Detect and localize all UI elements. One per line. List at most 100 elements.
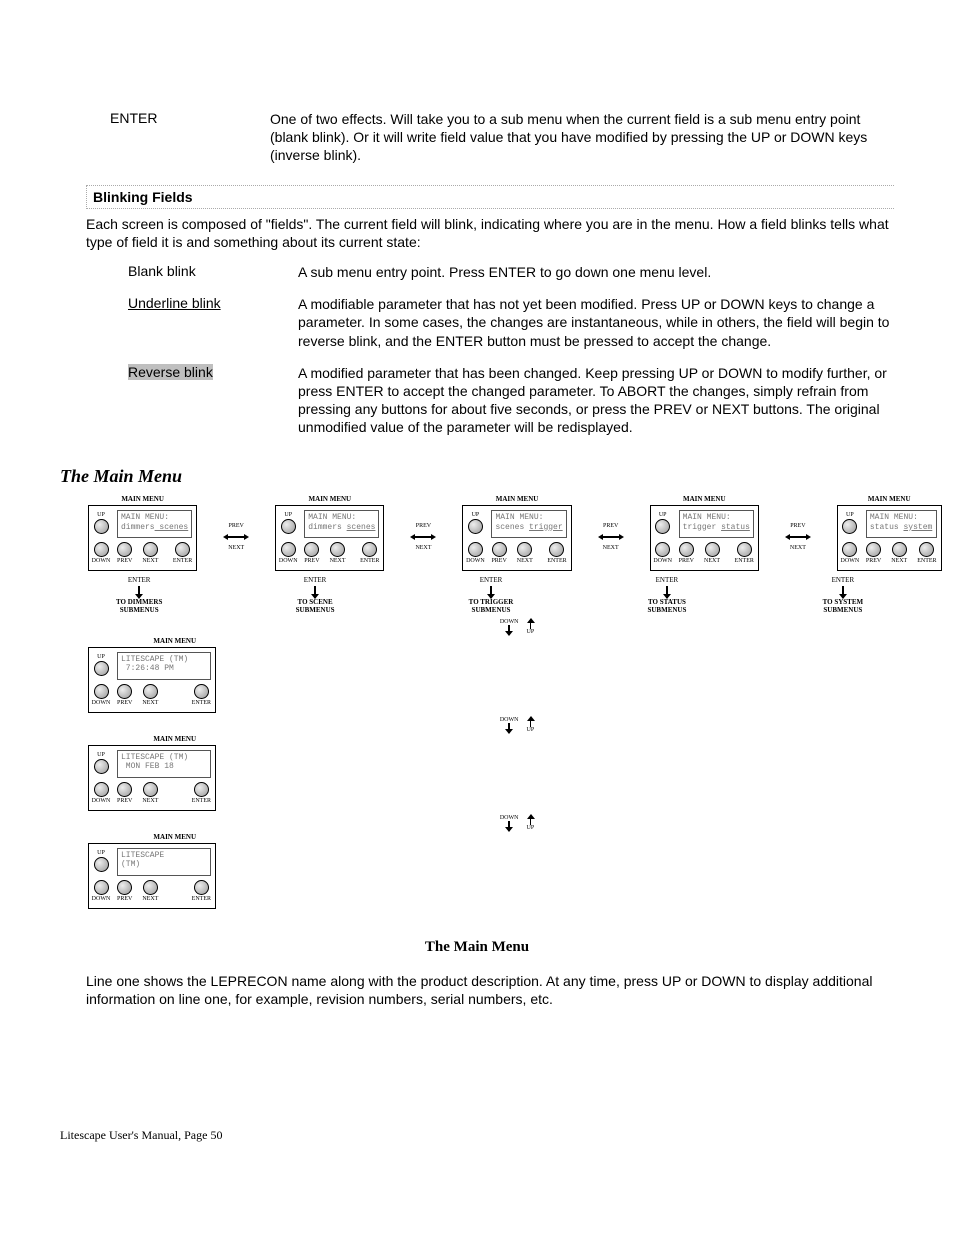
reverse-blink-row: Reverse blink A modified parameter that …: [128, 364, 894, 437]
down-button[interactable]: [94, 782, 109, 797]
enter-label: ENTER: [304, 577, 327, 585]
next-label: NEXT: [891, 558, 907, 564]
down-label: DOWN: [653, 558, 673, 564]
prev-button[interactable]: [117, 684, 132, 699]
lcd-screen: MAIN MENU: trigger status: [679, 510, 754, 538]
prev-button[interactable]: [492, 542, 507, 557]
menu-unit-box: UPDOWNMAIN MENU: trigger statusPREVNEXTE…: [650, 505, 759, 571]
enter-button[interactable]: [194, 782, 209, 797]
down-label: DOWN: [840, 558, 860, 564]
menu-unit-title: MAIN MENU: [88, 637, 216, 645]
enter-button[interactable]: [194, 684, 209, 699]
submenu-label-2: SUBMENUS: [823, 606, 862, 614]
prev-label: PREV: [866, 558, 881, 564]
next-button[interactable]: [143, 542, 158, 557]
blinking-fields-header: Blinking Fields: [86, 185, 894, 209]
enter-label: ENTER: [480, 577, 503, 585]
next-button[interactable]: [143, 782, 158, 797]
up-button[interactable]: [468, 519, 483, 534]
menu-unit-title: MAIN MENU: [88, 833, 216, 841]
up-button[interactable]: [94, 759, 109, 774]
next-label: NEXT: [228, 545, 244, 551]
blinking-intro: Each screen is composed of "fields". The…: [86, 215, 894, 251]
next-button[interactable]: [892, 542, 907, 557]
enter-button[interactable]: [194, 880, 209, 895]
enter-label: ENTER: [917, 558, 936, 564]
menu-unit-box: UPDOWNLITESCAPE (TM) MON FEB 18PREVNEXTE…: [88, 745, 216, 811]
submenu-label-2: SUBMENUS: [647, 606, 686, 614]
enter-label: ENTER: [192, 700, 211, 706]
down-label: DOWN: [91, 700, 111, 706]
down-up-connector: DOWNUP: [140, 717, 894, 733]
down-button[interactable]: [94, 684, 109, 699]
lcd-screen: LITESCAPE (TM): [117, 848, 211, 876]
up-button[interactable]: [842, 519, 857, 534]
next-button[interactable]: [705, 542, 720, 557]
enter-submenu-arrow: ENTERTO DIMMERSSUBMENUS: [88, 577, 190, 614]
menu-unit-box: UPDOWNLITESCAPE (TM) 7:26:48 PMPREVNEXTE…: [88, 647, 216, 713]
down-label: DOWN: [91, 558, 111, 564]
up-label: UP: [91, 654, 111, 660]
up-label: UP: [653, 512, 673, 518]
prev-label: PREV: [117, 558, 132, 564]
up-label: UP: [527, 825, 535, 831]
underline-blink-body: A modifiable parameter that has not yet …: [298, 295, 894, 350]
up-label: UP: [840, 512, 860, 518]
prev-button[interactable]: [866, 542, 881, 557]
up-button[interactable]: [655, 519, 670, 534]
up-button[interactable]: [94, 661, 109, 676]
lcd-screen: MAIN MENU: status system: [866, 510, 937, 538]
body-paragraph: Line one shows the LEPRECON name along w…: [86, 972, 894, 1008]
down-button[interactable]: [94, 542, 109, 557]
next-label: NEXT: [704, 558, 720, 564]
blank-blink-body: A sub menu entry point. Press ENTER to g…: [298, 263, 894, 281]
down-button[interactable]: [655, 542, 670, 557]
menu-unit-title: MAIN MENU: [88, 735, 216, 743]
prev-button[interactable]: [117, 782, 132, 797]
menu-unit-title: MAIN MENU: [462, 495, 571, 503]
down-button[interactable]: [94, 880, 109, 895]
prev-button[interactable]: [679, 542, 694, 557]
next-button[interactable]: [330, 542, 345, 557]
prev-next-connector: PREVNEXT: [787, 523, 809, 551]
menu-unit-title: MAIN MENU: [650, 495, 759, 503]
main-menu-heading: The Main Menu: [60, 466, 894, 487]
down-button[interactable]: [468, 542, 483, 557]
reverse-blink-body: A modified parameter that has been chang…: [298, 364, 894, 437]
prev-button[interactable]: [117, 880, 132, 895]
enter-button[interactable]: [549, 542, 564, 557]
next-button[interactable]: [517, 542, 532, 557]
lcd-screen: MAIN MENU: scenes trigger: [491, 510, 566, 538]
underline-blink-term: Underline blink: [128, 295, 221, 311]
menu-unit-box: UPDOWNMAIN MENU: dimmers scenesPREVNEXTE…: [275, 505, 384, 571]
enter-label: ENTER: [192, 896, 211, 902]
enter-button[interactable]: [175, 542, 190, 557]
lcd-screen: LITESCAPE (TM) MON FEB 18: [117, 750, 211, 778]
down-button[interactable]: [842, 542, 857, 557]
next-button[interactable]: [143, 684, 158, 699]
enter-button[interactable]: [919, 542, 934, 557]
prev-button[interactable]: [117, 542, 132, 557]
next-label: NEXT: [142, 896, 158, 902]
prev-button[interactable]: [304, 542, 319, 557]
down-button[interactable]: [281, 542, 296, 557]
blank-blink-row: Blank blink A sub menu entry point. Pres…: [128, 263, 894, 281]
blank-blink-term: Blank blink: [128, 263, 298, 281]
next-label: NEXT: [517, 558, 533, 564]
enter-body: One of two effects. Will take you to a s…: [270, 110, 894, 165]
menu-diagram: MAIN MENU UPDOWNMAIN MENU: dimmers scenes…: [88, 495, 894, 908]
next-button[interactable]: [143, 880, 158, 895]
up-button[interactable]: [281, 519, 296, 534]
submenu-label-2: SUBMENUS: [120, 606, 159, 614]
enter-definition: ENTER One of two effects. Will take you …: [60, 110, 894, 165]
diagram-caption: The Main Menu: [60, 939, 894, 956]
enter-button[interactable]: [362, 542, 377, 557]
up-button[interactable]: [94, 519, 109, 534]
up-button[interactable]: [94, 857, 109, 872]
menu-unit: MAIN MENU UPDOWNMAIN MENU: scenes trigger…: [462, 495, 571, 571]
down-up-connector: DOWNUP: [140, 815, 894, 831]
prev-next-connector: PREVNEXT: [225, 523, 247, 551]
next-label: NEXT: [142, 700, 158, 706]
menu-unit-box: UPDOWNMAIN MENU: scenes triggerPREVNEXTE…: [462, 505, 571, 571]
enter-button[interactable]: [737, 542, 752, 557]
